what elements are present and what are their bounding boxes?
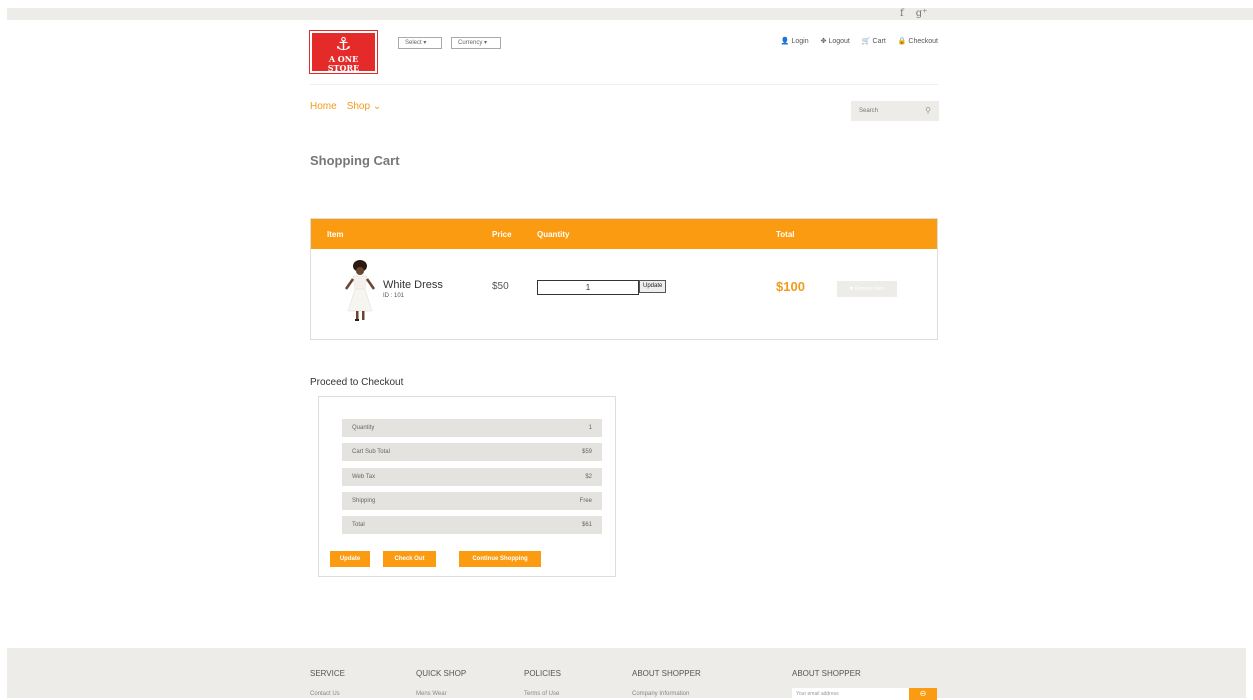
header-quantity: Quantity <box>537 230 570 239</box>
summary-label: Total <box>352 522 365 528</box>
summary-row: Quantity 1 <box>342 419 602 437</box>
cart-table: Item Price Quantity Total White Dress ID… <box>310 218 938 340</box>
summary-value: 1 <box>588 425 592 431</box>
social-links: f g⁺ <box>900 8 927 20</box>
nav-home[interactable]: Home <box>310 101 337 112</box>
footer-heading-service: SERVICE <box>310 669 345 678</box>
top-bar: f g⁺ <box>7 8 1253 20</box>
continue-shopping-button[interactable]: Continue Shopping <box>459 551 541 567</box>
summary-row: Web Tax $2 <box>342 468 602 486</box>
footer: SERVICE QUICK SHOP POLICIES ABOUT SHOPPE… <box>7 648 1246 700</box>
page-title: Shopping Cart <box>310 153 400 168</box>
checkout-link[interactable]: 🔒 Checkout <box>898 37 938 47</box>
header-item: Item <box>327 230 344 239</box>
main-nav: Home Shop ⌄ <box>310 101 381 112</box>
checkout-heading: Proceed to Checkout <box>310 377 404 388</box>
select-dropdown[interactable]: Select ▾ <box>398 37 442 49</box>
line-total: $100 <box>776 279 805 294</box>
summary-value: $61 <box>581 522 592 528</box>
header: ⚓ A ONE STORE FASHION MARKET Select ▾ Cu… <box>309 30 938 85</box>
logout-link[interactable]: ✥ Logout <box>821 37 850 47</box>
footer-heading-about-shopper: ABOUT SHOPPER <box>632 669 701 678</box>
footer-link-terms[interactable]: Terms of Use <box>524 691 559 697</box>
summary-label: Quantity <box>352 425 375 431</box>
footer-link-contact[interactable]: Contact Us <box>310 691 340 697</box>
summary-row: Cart Sub Total $59 <box>342 443 602 461</box>
summary-label: Shipping <box>352 498 376 504</box>
google-plus-icon[interactable]: g⁺ <box>916 8 928 20</box>
login-link[interactable]: 👤 Login <box>781 37 809 47</box>
logo-brand: A ONE STORE <box>327 54 360 73</box>
summary-value: Free <box>579 498 592 504</box>
checkout-summary: Quantity 1 Cart Sub Total $59 Web Tax $2… <box>318 396 616 577</box>
cart-link[interactable]: 🛒 Cart <box>862 37 886 47</box>
facebook-icon[interactable]: f <box>900 8 904 20</box>
update-quantity-button[interactable]: Update <box>639 280 667 293</box>
newsletter-submit-button[interactable]: ⊖ <box>909 688 937 700</box>
footer-link-company-info[interactable]: Company Information <box>632 691 689 697</box>
header-total: Total <box>776 230 795 239</box>
logo[interactable]: ⚓ A ONE STORE FASHION MARKET <box>309 30 378 78</box>
search-placeholder: Search <box>859 108 879 114</box>
search-icon[interactable]: ⚲ <box>925 101 931 121</box>
summary-row: Total $61 <box>342 516 602 534</box>
footer-heading-policies: POLICIES <box>524 669 561 678</box>
quantity-input[interactable]: 1 <box>537 280 639 295</box>
check-out-button[interactable]: Check Out <box>383 551 436 567</box>
summary-value: $59 <box>581 449 592 455</box>
search-input[interactable]: Search ⚲ <box>851 101 939 121</box>
product-price: $50 <box>492 281 509 292</box>
table-row: White Dress ID : 101 $50 1 Update $100 ✖… <box>311 249 937 339</box>
nav-shop[interactable]: Shop ⌄ <box>347 101 382 112</box>
logo-tagline: FASHION MARKET <box>318 73 369 78</box>
anchor-icon: ⚓ <box>335 34 352 55</box>
product-name[interactable]: White Dress <box>383 279 443 291</box>
update-cart-button[interactable]: Update <box>330 551 370 567</box>
currency-dropdown[interactable]: Currency ▾ <box>451 37 501 49</box>
summary-label: Cart Sub Total <box>352 449 390 455</box>
summary-label: Web Tax <box>352 474 376 480</box>
summary-value: $2 <box>585 474 592 480</box>
product-image[interactable] <box>332 259 388 323</box>
cart-table-header: Item Price Quantity Total <box>311 219 937 249</box>
summary-row: Shipping Free <box>342 492 602 510</box>
product-id: ID : 101 <box>383 293 405 299</box>
footer-heading-quick-shop: QUICK SHOP <box>416 669 467 678</box>
newsletter-email-input[interactable]: Your email address <box>792 688 909 700</box>
footer-heading-about-shopper-2: ABOUT SHOPPER <box>792 669 861 678</box>
remove-item-button[interactable]: ✖ Remove Item <box>837 281 897 297</box>
account-links: 👤 Login ✥ Logout 🛒 Cart 🔒 Checkout <box>781 37 938 47</box>
header-price: Price <box>492 230 512 239</box>
footer-link-mens-wear[interactable]: Mens Wear <box>416 691 447 697</box>
